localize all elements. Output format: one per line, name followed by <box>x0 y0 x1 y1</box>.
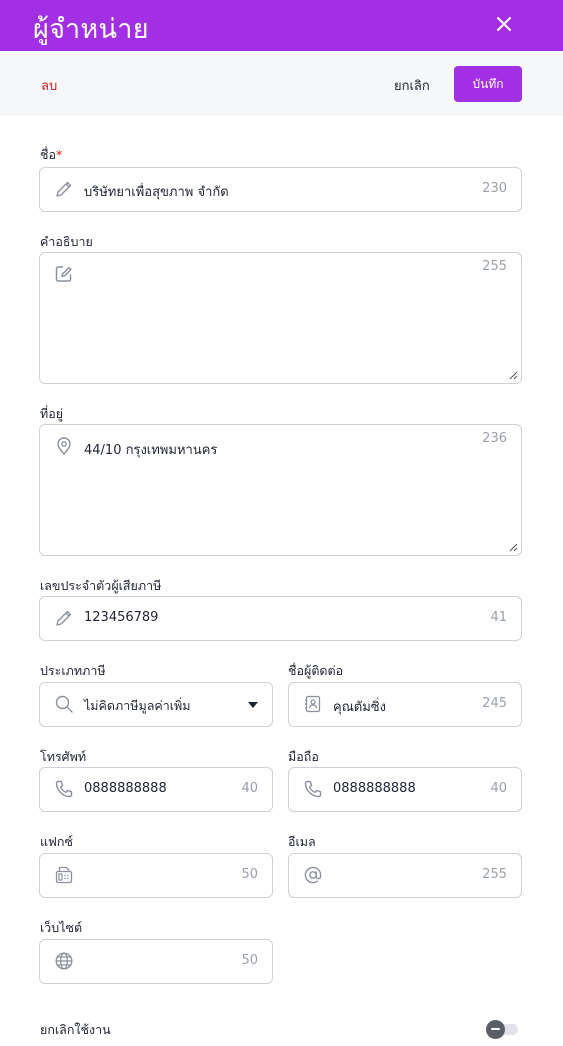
pencil-icon <box>56 181 72 197</box>
resize-handle-icon[interactable] <box>508 542 518 552</box>
delete-button[interactable]: ลบ <box>41 75 57 96</box>
email-char-count: 255 <box>482 867 507 882</box>
name-value: บริษัทยาเพื่อสุขภาพ จำกัด <box>84 185 229 200</box>
name-char-count: 230 <box>482 181 507 196</box>
phone-char-count: 40 <box>241 781 258 796</box>
website-input[interactable]: 50 <box>39 939 273 984</box>
tax-type-select[interactable]: ไม่คิดภาษีมูลค่าเพิ่ม <box>39 682 273 727</box>
chevron-down-icon[interactable] <box>248 702 258 708</box>
edit-icon <box>55 266 72 282</box>
fax-label: แฟกซ์ <box>40 834 73 849</box>
dialog-header: ผู้จำหน่าย <box>0 0 563 51</box>
address-char-count: 236 <box>482 431 507 446</box>
mobile-input[interactable]: 0888888888 40 <box>288 767 522 812</box>
fax-char-count: 50 <box>241 867 258 882</box>
name-input[interactable]: บริษัทยาเพื่อสุขภาพ จำกัด 230 <box>39 167 522 212</box>
description-textarea[interactable]: 255 <box>39 252 522 384</box>
mobile-label: มือถือ <box>288 749 319 764</box>
phone-icon <box>304 780 322 798</box>
tax-id-input[interactable]: 123456789 41 <box>39 596 522 641</box>
fax-input[interactable]: 50 <box>39 853 273 898</box>
contact-card-icon <box>305 695 321 713</box>
phone-icon <box>55 780 73 798</box>
address-value: 44/10 กรุงเทพมหานคร <box>84 443 218 458</box>
globe-icon <box>55 952 73 970</box>
fax-icon <box>55 866 73 884</box>
address-label: ที่อยู่ <box>40 406 64 421</box>
tax-type-label: ประเภทภาษี <box>40 663 106 678</box>
description-char-count: 255 <box>482 259 507 274</box>
dialog-title: ผู้จำหน่าย <box>33 14 149 45</box>
website-char-count: 50 <box>241 953 258 968</box>
minus-icon <box>486 1020 505 1039</box>
phone-input[interactable]: 0888888888 40 <box>39 767 273 812</box>
contact-value: คุณตัมซิ่ง <box>333 700 386 715</box>
description-label: คำอธิบาย <box>40 234 93 249</box>
contact-label: ชื่อผู้ติดต่อ <box>288 663 344 678</box>
action-bar: ลบ ยกเลิก บันทึก <box>0 51 563 116</box>
search-icon <box>55 695 73 713</box>
location-pin-icon <box>57 437 71 456</box>
email-label: อีเมล <box>288 834 316 849</box>
website-label: เว็บไซต์ <box>40 920 83 935</box>
tax-id-char-count: 41 <box>490 610 507 625</box>
email-input[interactable]: 255 <box>288 853 522 898</box>
phone-label: โทรศัพท์ <box>40 749 87 764</box>
tax-id-label: เลขประจำตัวผู้เสียภาษี <box>40 578 162 593</box>
contact-char-count: 245 <box>482 696 507 711</box>
phone-value: 0888888888 <box>84 781 167 796</box>
close-button[interactable] <box>490 10 518 38</box>
address-textarea[interactable]: 44/10 กรุงเทพมหานคร 236 <box>39 424 522 556</box>
mobile-char-count: 40 <box>490 781 507 796</box>
resize-handle-icon[interactable] <box>508 370 518 380</box>
close-icon <box>497 17 511 31</box>
tax-type-value: ไม่คิดภาษีมูลค่าเพิ่ม <box>84 698 191 713</box>
save-button[interactable]: บันทึก <box>454 66 522 102</box>
cancel-button[interactable]: ยกเลิก <box>394 75 430 96</box>
pencil-icon <box>56 610 72 626</box>
tax-id-value: 123456789 <box>84 610 159 625</box>
name-label: ชื่อ* <box>40 147 63 162</box>
at-icon <box>304 866 322 884</box>
required-mark: * <box>56 147 63 162</box>
deactivate-label: ยกเลิกใช้งาน <box>40 1022 111 1037</box>
deactivate-toggle[interactable] <box>486 1020 519 1040</box>
mobile-value: 0888888888 <box>333 781 416 796</box>
contact-input[interactable]: คุณตัมซิ่ง 245 <box>288 682 522 727</box>
